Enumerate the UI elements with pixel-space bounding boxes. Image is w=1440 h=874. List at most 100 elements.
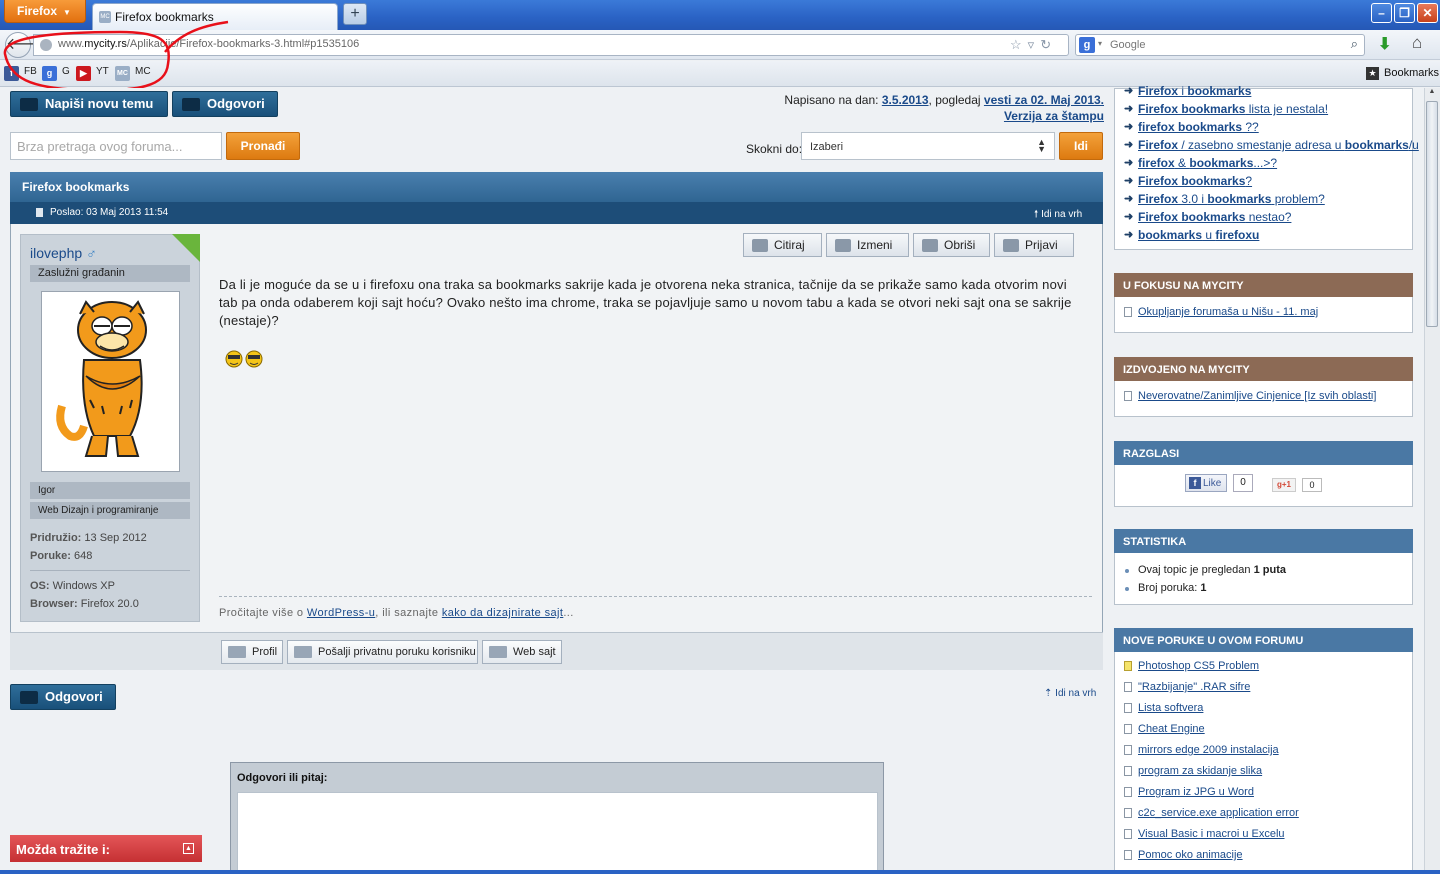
related-topic-link[interactable]: ➜ firefox bookmarks ?? [1124, 120, 1259, 134]
new-post-link[interactable]: Pomoc oko animacije [1124, 849, 1243, 861]
back-button[interactable]: 🡐 [5, 32, 49, 58]
related-topic-link[interactable]: ➜ Firefox / zasebno smestanje adresa u bo… [1124, 138, 1419, 152]
speech-bubble-icon [182, 98, 200, 111]
posted-date-link[interactable]: 3.5.2013 [882, 93, 929, 107]
page-icon [1124, 661, 1132, 671]
male-icon: ♂ [86, 245, 97, 261]
reply-button-top[interactable]: Odgovori [172, 91, 278, 117]
google-icon: g [42, 66, 57, 81]
username-link[interactable]: ilovephp ♂ [30, 245, 97, 261]
search-button[interactable]: Pronađi [226, 132, 300, 160]
bookmarks-star-icon: ★ [1366, 67, 1379, 80]
page-icon [1124, 724, 1132, 734]
search-bar[interactable]: g ▾ Google ⌕ [1075, 34, 1365, 56]
search-icon[interactable]: ⌕ [1351, 36, 1358, 52]
expand-icon[interactable]: ▲ [183, 843, 194, 854]
related-topic-link[interactable]: ➜ Firefox bookmarks nestao? [1124, 210, 1291, 224]
new-posts-title: NOVE PORUKE U OVOM FORUMU [1114, 628, 1413, 652]
new-post-link[interactable]: Visual Basic i macroi u Excelu [1124, 828, 1285, 840]
to-top-link-bottom[interactable]: ⇡ Idi na vrh [1044, 688, 1096, 699]
maximize-button[interactable]: ❐ [1394, 3, 1415, 23]
bookmark-fb[interactable]: f FB [4, 66, 37, 82]
document-icon [36, 208, 43, 217]
quote-button[interactable]: Citiraj [743, 233, 822, 257]
reply-button-bottom[interactable]: Odgovori [10, 684, 116, 710]
private-message-button[interactable]: Pošalji privatnu poruku korisniku [287, 640, 478, 664]
stats-title: STATISTIKA [1114, 529, 1413, 553]
report-button[interactable]: Prijavi [994, 233, 1074, 257]
reload-icon[interactable]: ↻ [1040, 37, 1057, 52]
related-topic-link[interactable]: ➜ Firefox 3.0 i bookmarks problem? [1124, 192, 1325, 206]
download-icon[interactable]: ⬇ [1378, 34, 1391, 54]
mycity-favicon-icon: MC [99, 11, 111, 23]
bookmark-mc[interactable]: MC MC [115, 66, 151, 82]
user-divider [30, 570, 190, 571]
facebook-like-button[interactable]: f Like [1185, 474, 1227, 492]
minimize-button[interactable]: – [1371, 3, 1392, 23]
new-post-link[interactable]: mirrors edge 2009 instalacija [1124, 744, 1279, 756]
bookmark-g[interactable]: gG [42, 66, 70, 82]
url-bar-icons: ☆▿↻ [1010, 37, 1057, 53]
new-post-link[interactable]: Photoshop CS5 Problem [1124, 660, 1259, 672]
jump-select[interactable]: Izaberi ▲ ▼ [801, 132, 1055, 160]
new-post-link[interactable]: Program iz JPG u Word [1124, 786, 1254, 798]
bookmark-yt[interactable]: ▶ YT [76, 66, 109, 82]
jump-go-button[interactable]: Idi [1059, 132, 1103, 160]
scroll-up-icon[interactable]: ▲ [1425, 88, 1439, 100]
to-top-link[interactable]: 🠕 Idi na vrh [1034, 207, 1082, 224]
featured-link[interactable]: Neverovatne/Zanimljive Cinjenice [Iz svi… [1124, 390, 1376, 402]
url-path: /Aplikacije/Firefox-bookmarks-3.html#p15… [126, 38, 360, 50]
updown-arrow-icon: ▲ ▼ [1037, 137, 1046, 154]
arrow-right-icon: ➜ [1124, 211, 1134, 223]
user-os: OS: Windows XP [30, 580, 115, 592]
url-bar[interactable]: www.mycity.rs/Aplikacije/Firefox-bookmar… [33, 34, 1069, 56]
posted-info: Napisano na dan: 3.5.2013, pogledaj vest… [784, 93, 1104, 123]
related-topic-link[interactable]: ➜ Firefox i bookmarks [1124, 84, 1251, 98]
related-topic-link[interactable]: ➜ Firefox bookmarks? [1124, 174, 1252, 188]
new-tab-button[interactable]: + [343, 3, 367, 25]
post-meta-bar: Poslao: 03 Maj 2013 11:54 [10, 202, 1103, 224]
page-icon [1124, 703, 1132, 713]
delete-button[interactable]: Obriši [913, 233, 990, 257]
page-icon [1124, 787, 1132, 797]
related-topic-link[interactable]: ➜ Firefox bookmarks lista je nestala! [1124, 102, 1328, 116]
news-link[interactable]: vesti za 02. Maj 2013. [984, 93, 1104, 107]
new-post-link[interactable]: program za skidanje slika [1124, 765, 1262, 777]
wordpress-link[interactable]: WordPress-u [307, 607, 375, 619]
maybe-looking-for-panel[interactable]: Možda tražite i: ▲ [10, 835, 202, 862]
scrollbar-thumb[interactable] [1426, 101, 1438, 327]
google-icon[interactable]: g [1079, 37, 1095, 53]
new-post-link[interactable]: "Razbijanje" .RAR sifre [1124, 681, 1250, 693]
browser-tab[interactable]: MC Firefox bookmarks [92, 3, 338, 30]
focus-link[interactable]: Okupljanje forumaša u Nišu - 11. maj [1124, 306, 1318, 318]
design-link[interactable]: kako da dizajnirate sajt [442, 607, 564, 619]
related-topic-link[interactable]: ➜ bookmarks u firefoxu [1124, 228, 1259, 242]
google-plus-count: 0 [1302, 478, 1322, 492]
google-plus-button[interactable]: g+1 [1272, 478, 1296, 492]
new-post-link[interactable]: Cheat Engine [1124, 723, 1205, 735]
forum-search-input[interactable]: Brza pretraga ovog foruma... [10, 132, 222, 160]
dropdown-icon[interactable]: ▿ [1028, 37, 1041, 52]
related-topic-link[interactable]: ➜ firefox & bookmarks...>? [1124, 156, 1277, 170]
quick-reply-textarea[interactable] [237, 792, 878, 874]
website-button[interactable]: Web sajt [482, 640, 562, 664]
close-window-button[interactable]: ✕ [1417, 3, 1438, 23]
stat-views: Ovaj topic je pregledan 1 puta [1124, 564, 1286, 576]
home-icon[interactable]: ⌂ [1412, 33, 1422, 53]
page-icon [1124, 850, 1132, 860]
user-rank: Zaslužni građanin [30, 265, 190, 282]
print-version-link[interactable]: Verzija za štampu [1004, 109, 1104, 123]
bookmarks-menu-button[interactable]: ★ Bookmarks [1366, 67, 1439, 80]
profile-button[interactable]: Profil [221, 640, 283, 664]
search-engine-name: Google [1110, 39, 1146, 51]
smiley-icon [225, 350, 263, 368]
url-domain: mycity.rs [84, 38, 127, 50]
star-icon[interactable]: ☆ [1010, 37, 1028, 52]
new-post-link[interactable]: Lista softvera [1124, 702, 1203, 714]
edit-button[interactable]: Izmeni [826, 233, 909, 257]
speech-bubble-icon [20, 98, 38, 111]
firefox-menu-button[interactable]: Firefox ▼ [4, 0, 86, 23]
new-topic-button[interactable]: Napiši novu temu [10, 91, 168, 117]
new-post-link[interactable]: c2c_service.exe application error [1124, 807, 1299, 819]
speech-bubble-icon [20, 691, 38, 704]
